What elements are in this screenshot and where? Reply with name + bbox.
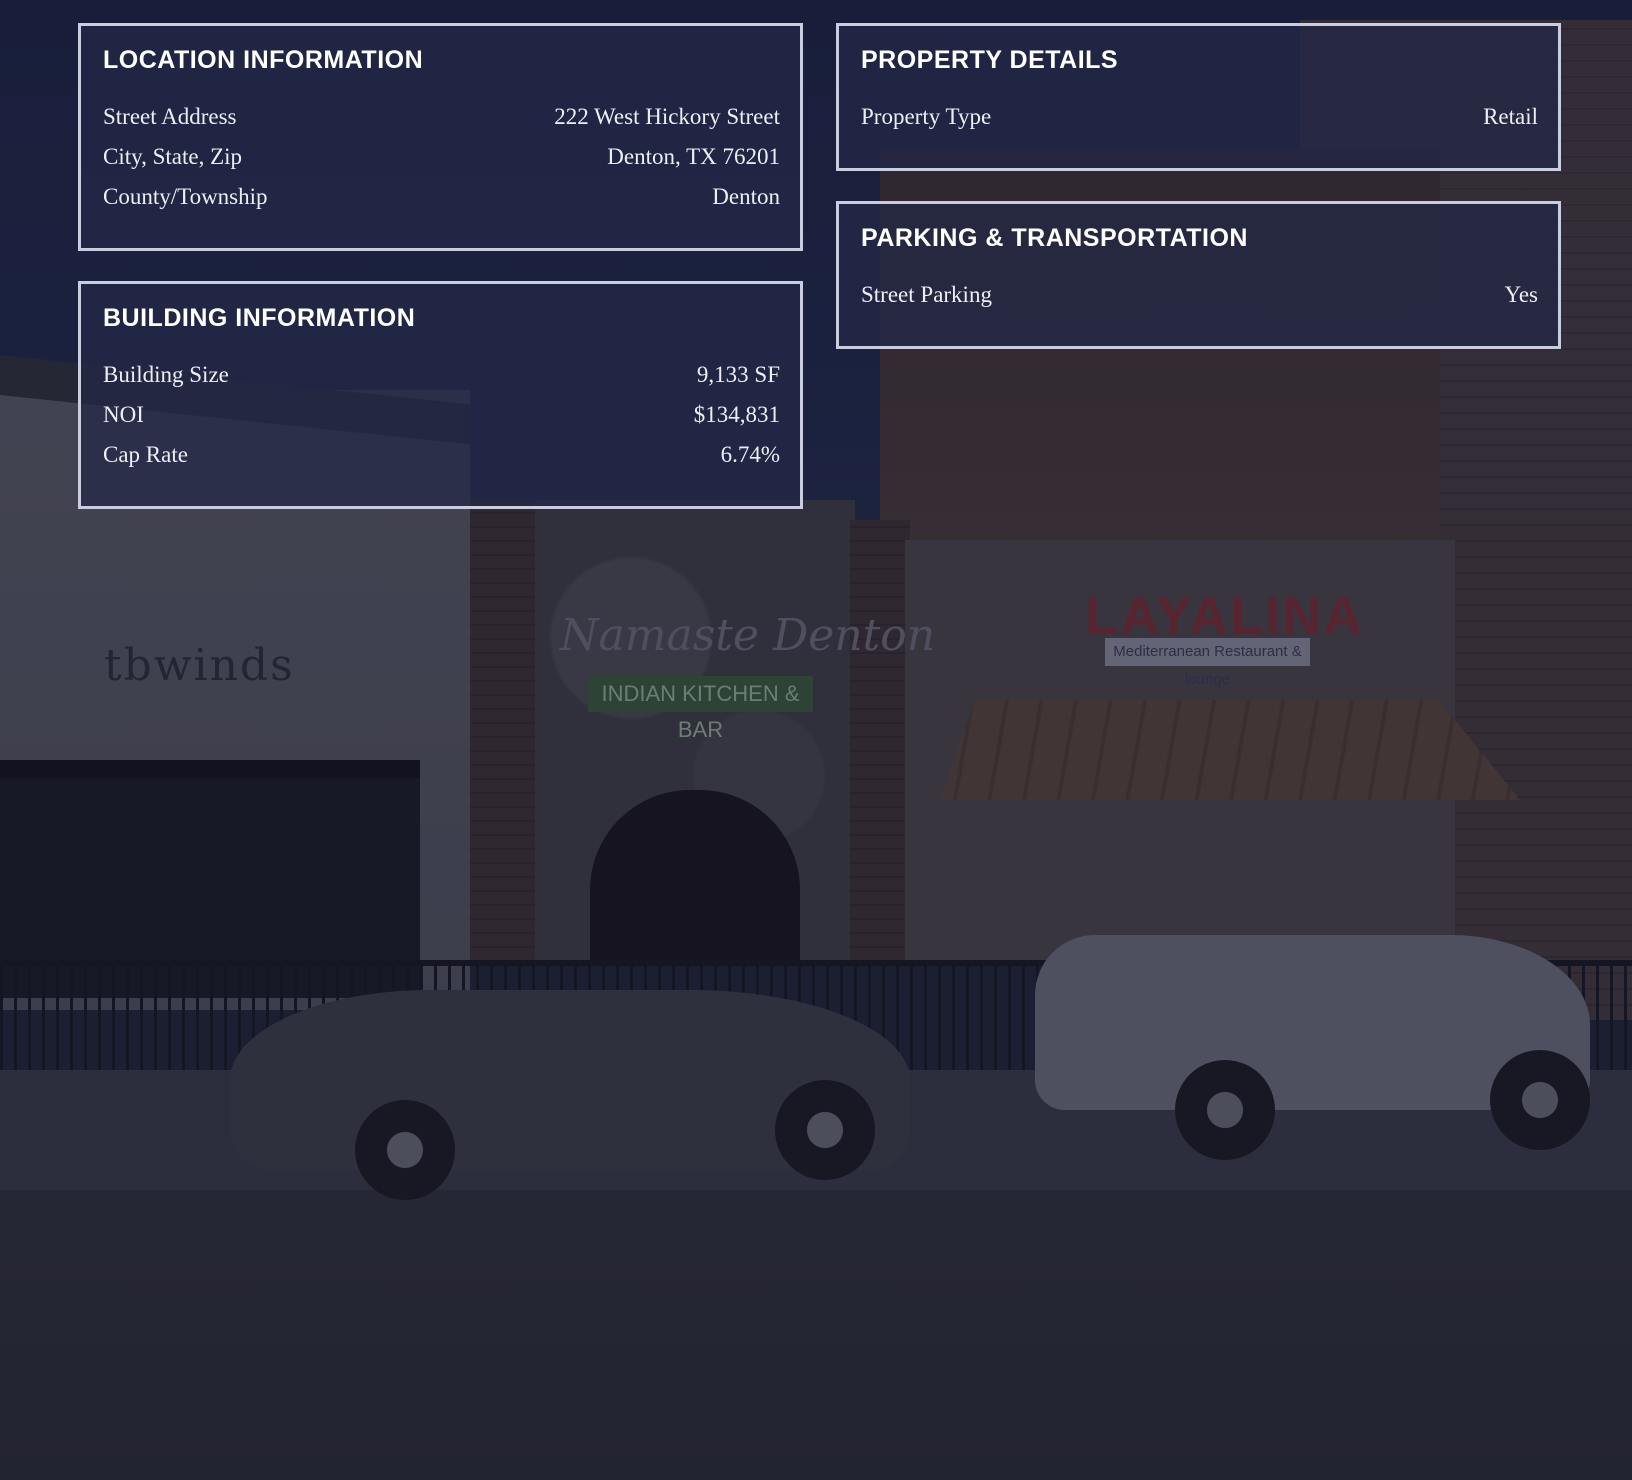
- panel-title: PARKING & TRANSPORTATION: [861, 224, 1248, 252]
- row-label: City, State, Zip: [103, 144, 243, 169]
- building-information-panel: BUILDING INFORMATION Building Size 9,133…: [78, 281, 803, 509]
- row-value: Retail: [1483, 104, 1538, 129]
- row-value: Yes: [1504, 282, 1538, 307]
- row-value: 6.74%: [720, 442, 780, 467]
- panel-title: LOCATION INFORMATION: [103, 46, 424, 74]
- info-row-cap-rate: Cap Rate 6.74%: [103, 435, 780, 475]
- info-row-street-parking: Street Parking Yes: [861, 275, 1538, 315]
- row-label: Property Type: [861, 104, 992, 129]
- row-label: County/Township: [103, 184, 268, 209]
- parking-transportation-panel: PARKING & TRANSPORTATION Street Parking …: [836, 201, 1561, 349]
- panel-title: PROPERTY DETAILS: [861, 46, 1119, 74]
- location-information-panel: LOCATION INFORMATION Street Address 222 …: [78, 23, 803, 251]
- row-value: $134,831: [693, 402, 780, 427]
- row-label: Street Parking: [861, 282, 992, 307]
- panel-title: BUILDING INFORMATION: [103, 304, 416, 332]
- row-label: Cap Rate: [103, 442, 188, 467]
- info-row-county: County/Township Denton: [103, 177, 780, 217]
- info-row-building-size: Building Size 9,133 SF: [103, 355, 780, 395]
- info-row-noi: NOI $134,831: [103, 395, 780, 435]
- info-row-city-state-zip: City, State, Zip Denton, TX 76201: [103, 137, 780, 177]
- property-details-panel: PROPERTY DETAILS Property Type Retail: [836, 23, 1561, 171]
- row-label: NOI: [103, 402, 144, 427]
- row-value: Denton, TX 76201: [607, 144, 780, 169]
- row-value: Denton: [712, 184, 780, 209]
- info-row-street-address: Street Address 222 West Hickory Street: [103, 97, 780, 137]
- row-value: 9,133 SF: [696, 362, 780, 387]
- row-label: Building Size: [103, 362, 229, 387]
- row-value: 222 West Hickory Street: [554, 104, 780, 129]
- info-row-property-type: Property Type Retail: [861, 97, 1538, 137]
- row-label: Street Address: [103, 104, 237, 129]
